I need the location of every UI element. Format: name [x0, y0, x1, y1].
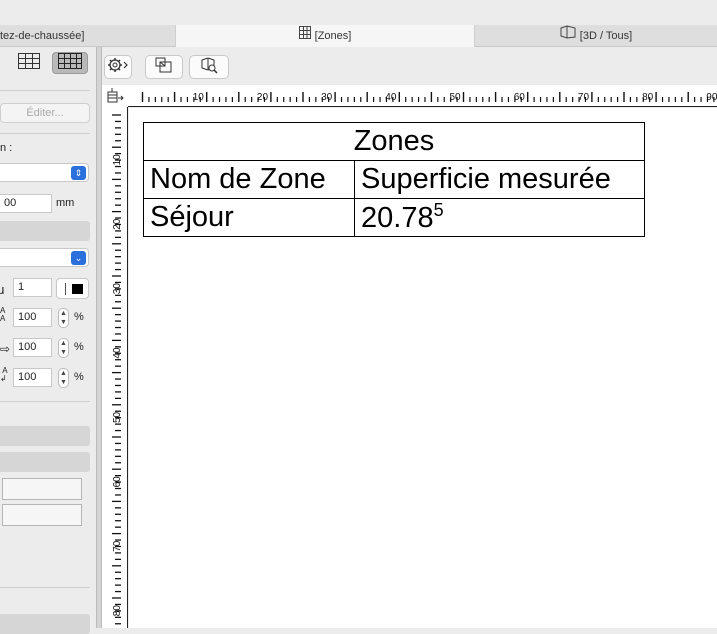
window-top-strip — [0, 0, 717, 25]
length-unit: mm — [56, 197, 75, 209]
ruler-label: 20 — [112, 218, 123, 230]
ruler-origin-icon — [107, 88, 124, 109]
scale-field-1[interactable]: 100 — [13, 308, 52, 327]
ruler-label: 30 — [112, 283, 123, 295]
pen-icon: ɹ — [0, 282, 5, 297]
font-select[interactable]: ⌄ — [0, 248, 89, 267]
ruler-label: 10 — [193, 92, 205, 103]
view-tab-bar: tez-de-chaussée] [Zones] [3D / Tous] — [0, 25, 717, 47]
tab-floor-plan[interactable]: tez-de-chaussée] — [0, 25, 175, 47]
panel-section-header[interactable] — [0, 426, 90, 446]
table-view-button[interactable] — [14, 52, 44, 74]
tab-zones[interactable]: [Zones] — [175, 25, 475, 47]
ruler-label: 50 — [112, 411, 123, 423]
ruler-label: 70 — [112, 540, 123, 552]
header-zone-name: Nom de Zone — [143, 160, 355, 199]
tab-3d-all[interactable]: [3D / Tous] — [475, 25, 717, 47]
scale-unit-2: % — [74, 341, 84, 353]
info-box-panel: Éditer... n : ⇕ 00 mm ⌄ ɹ 1 AA 100 ▲ ▼ % … — [0, 47, 96, 634]
cell-zone-name: Séjour — [143, 198, 355, 237]
zoom-view-button[interactable] — [189, 55, 229, 79]
ruler-label: 50 — [450, 92, 462, 103]
tab-floor-plan-label: tez-de-chaussée] — [0, 30, 85, 42]
ruler-label: 60 — [112, 476, 123, 488]
cell-measured-area: 20.785 — [354, 198, 645, 237]
ruler-label: 10 — [112, 154, 123, 166]
panel-divider — [0, 90, 90, 91]
slant-icon: ⇨ — [0, 342, 11, 356]
ruler-label: 40 — [385, 92, 397, 103]
ruler-label: 80 — [642, 92, 654, 103]
panel-section-header[interactable] — [0, 614, 90, 634]
pen-field[interactable]: 1 — [13, 278, 52, 297]
table-grid-icon — [18, 52, 40, 74]
settings-button[interactable] — [104, 55, 132, 79]
scale-unit-1: % — [74, 311, 84, 323]
view-toolbar — [102, 47, 717, 85]
zones-schedule-table: Zones Nom de Zone Superficie mesurée Séj… — [143, 122, 645, 237]
empty-option-box[interactable] — [2, 478, 82, 500]
text-width-icon: A ↲ — [0, 366, 8, 383]
color-swatch[interactable] — [56, 278, 89, 299]
empty-option-box[interactable] — [2, 504, 82, 526]
panel-divider — [0, 587, 90, 588]
tab-zones-label: [Zones] — [314, 30, 352, 42]
scale-unit-3: % — [74, 371, 84, 383]
panel-section-header[interactable] — [0, 221, 90, 241]
scale-field-2[interactable]: 100 — [13, 338, 52, 357]
section-label: n : — [0, 142, 13, 154]
swatch-divider — [65, 283, 66, 295]
length-field[interactable]: 00 — [0, 194, 52, 213]
text-height-icon: AA — [0, 306, 6, 323]
scale-stepper-2[interactable]: ▲ ▼ — [58, 338, 69, 358]
horizontal-ruler[interactable]: 10 20 30 40 50 60 70 80 90 — [128, 85, 717, 107]
ruler-label: 30 — [321, 92, 333, 103]
scale-stepper-1[interactable]: ▲ ▼ — [58, 308, 69, 328]
gear-icon — [107, 57, 129, 78]
vertical-ruler[interactable]: 10 20 30 40 50 60 70 80 — [102, 107, 128, 628]
panel-section-header[interactable] — [0, 452, 90, 472]
3d-box-icon — [560, 25, 576, 47]
schedule-canvas: Zones Nom de Zone Superficie mesurée Séj… — [129, 108, 717, 628]
fit-to-window-button[interactable] — [145, 55, 183, 79]
header-measured-area: Superficie mesurée — [354, 160, 645, 199]
table-grid-icon — [58, 52, 82, 74]
edit-button[interactable]: Éditer... — [0, 103, 90, 123]
ruler-label: 20 — [257, 92, 269, 103]
style-select[interactable]: ⇕ — [0, 163, 89, 182]
ruler-label: 80 — [112, 605, 123, 617]
panel-divider — [0, 401, 90, 402]
zoom-box-icon — [199, 56, 219, 79]
fit-window-icon — [155, 57, 173, 78]
tab-3d-all-label: [3D / Tous] — [579, 30, 633, 42]
ruler-label: 40 — [112, 347, 123, 359]
panel-divider — [0, 133, 90, 134]
table-row: Séjour 20.785 — [143, 198, 645, 237]
table-full-view-button[interactable] — [52, 52, 88, 74]
ruler-label: 90 — [706, 92, 717, 103]
ruler-label: 60 — [514, 92, 526, 103]
vertical-ruler-ticks: 10 20 30 40 50 60 70 80 — [112, 114, 123, 625]
ruler-corner-button[interactable] — [102, 85, 128, 107]
table-grid-icon — [298, 25, 311, 47]
table-header-row: Nom de Zone Superficie mesurée — [143, 160, 645, 199]
select-arrows-icon: ⇕ — [71, 166, 86, 180]
table-title: Zones — [143, 122, 645, 161]
area-superscript: 5 — [433, 200, 444, 220]
scale-field-3[interactable]: 100 — [13, 368, 52, 387]
table-title-row: Zones — [143, 122, 645, 161]
area-value: 20.78 — [361, 202, 434, 234]
ruler-label: 70 — [578, 92, 590, 103]
select-arrow-icon: ⌄ — [71, 251, 86, 265]
scale-stepper-3[interactable]: ▲ ▼ — [58, 368, 69, 388]
color-black-icon — [72, 284, 83, 294]
horizontal-ruler-ticks: 10 20 30 40 50 60 70 80 90 — [141, 92, 717, 103]
